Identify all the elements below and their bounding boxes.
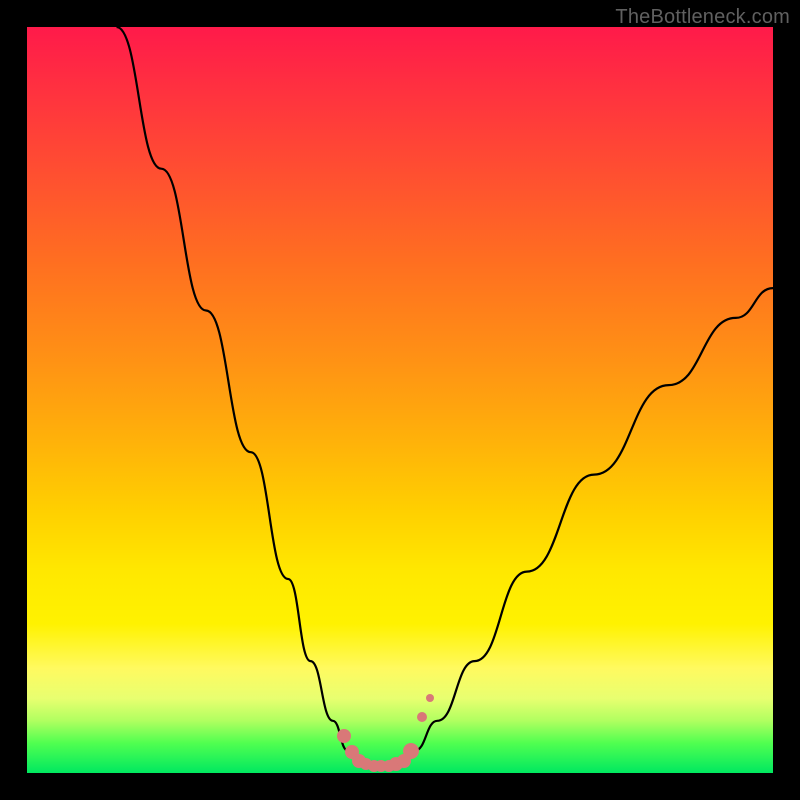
marker-dot [337,729,351,743]
marker-dot [417,712,427,722]
plot-area [27,27,773,773]
chart-markers [27,27,773,773]
marker-dot [426,694,434,702]
chart-container: TheBottleneck.com [0,0,800,800]
marker-dot [403,743,419,759]
watermark-label: TheBottleneck.com [615,6,790,29]
